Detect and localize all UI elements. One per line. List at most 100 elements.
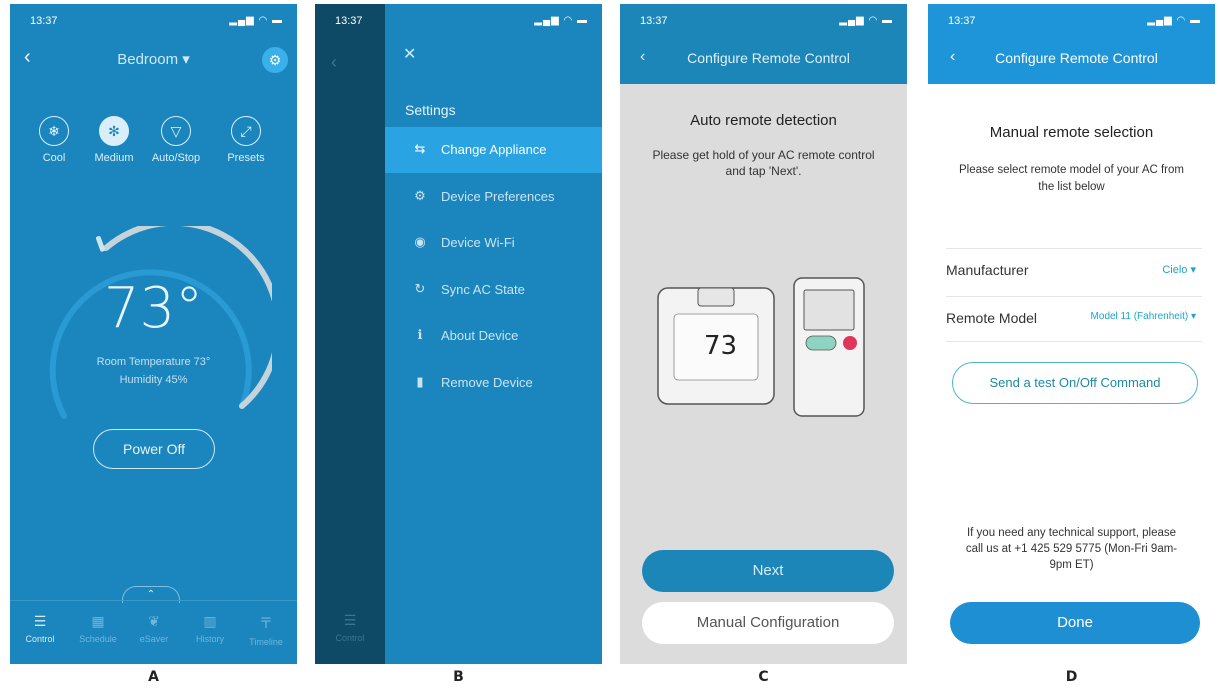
- menu-item-label: Device Wi-Fi: [441, 235, 515, 250]
- phone-settings-drawer: ‹ ☰ Control 13:37 ▂▄▆ ◠ ▬ ✕ Settings ⇆ C…: [315, 4, 602, 664]
- humidity: Humidity 45%: [119, 374, 188, 386]
- tab-label: Control: [25, 634, 55, 644]
- mode-label: Medium: [94, 152, 134, 164]
- phone-manual-selection: 13:37 ▂▄▆ ◠ ▬ ‹ Configure Remote Control…: [928, 4, 1215, 664]
- next-button[interactable]: Next: [642, 550, 894, 592]
- panel-label-c: C: [758, 669, 769, 685]
- device-illustration: 73: [657, 277, 865, 417]
- tab-label: Timeline: [249, 637, 283, 647]
- send-test-command-button[interactable]: Send a test On/Off Command: [952, 362, 1198, 404]
- mode-cool-button[interactable]: ❄ Cool: [24, 116, 84, 164]
- signal-battery-icons: ▂▄▆ ◠ ▬: [1147, 15, 1201, 26]
- remote-screen: [803, 289, 855, 331]
- remote-model-row[interactable]: Remote Model Model 11 (Fahrenheit) ▾: [946, 296, 1202, 342]
- remote-button-pair: [805, 335, 837, 351]
- settings-gear-icon[interactable]: ⚙: [262, 47, 288, 73]
- room-selector[interactable]: Bedroom ▾: [10, 50, 297, 68]
- fan-medium-button[interactable]: ✻ Medium: [84, 116, 144, 164]
- done-button[interactable]: Done: [950, 602, 1200, 644]
- thermostat-temperature: 73: [704, 331, 737, 361]
- manufacturer-row[interactable]: Manufacturer Cielo ▾: [946, 248, 1202, 293]
- manual-configuration-button[interactable]: Manual Configuration: [642, 602, 894, 644]
- panel-label-d: D: [1065, 669, 1078, 685]
- info-icon: ℹ: [417, 327, 423, 342]
- sync-icon: ↻: [414, 281, 426, 296]
- manufacturer-label: Manufacturer: [946, 262, 1029, 278]
- menu-item-label: Change Appliance: [441, 142, 547, 157]
- trash-icon: ▮: [416, 374, 424, 389]
- menu-item-device-preferences[interactable]: ⚙ Device Preferences: [385, 174, 602, 220]
- presets-icon: ⤢: [231, 116, 261, 146]
- menu-item-remove-device[interactable]: ▮ Remove Device: [385, 360, 602, 406]
- phone-control-screen: 13:37 ▂▄▆ ◠ ▬ ‹ Bedroom ▾ ⚙ ❄ Cool ✻ Med…: [10, 4, 297, 664]
- timeline-icon: 〒: [259, 615, 273, 631]
- tab-schedule[interactable]: ▦ Schedule: [70, 613, 126, 644]
- thermostat-clip: [697, 287, 735, 307]
- header-title: Configure Remote Control: [687, 50, 850, 66]
- signal-battery-icons: ▂▄▆ ◠ ▬: [534, 15, 588, 26]
- snowflake-icon: ❄: [39, 116, 69, 146]
- signal-battery-icons: ▂▄▆ ◠ ▬: [229, 15, 283, 26]
- status-bar: 13:37 ▂▄▆ ◠ ▬: [620, 4, 907, 38]
- close-icon[interactable]: ✕: [403, 44, 416, 64]
- status-time: 13:37: [948, 15, 976, 27]
- status-bar: 13:37 ▂▄▆ ◠ ▬: [928, 4, 1215, 38]
- tab-label: eSaver: [139, 634, 169, 644]
- gears-icon: ⚙: [414, 188, 426, 203]
- menu-item-about-device[interactable]: ℹ About Device: [385, 313, 602, 359]
- menu-item-label: Sync AC State: [441, 282, 525, 297]
- leaf-icon: ❦: [148, 613, 160, 629]
- support-info: If you need any technical support, pleas…: [965, 527, 1178, 571]
- dial-handle[interactable]: [95, 235, 105, 252]
- menu-item-sync-ac-state[interactable]: ↻ Sync AC State: [385, 267, 602, 313]
- panel-label-a: A: [148, 669, 159, 685]
- status-time: 13:37: [640, 15, 668, 27]
- swing-icon: ▽: [161, 116, 191, 146]
- bottom-tab-bar: ☰ Control ▦ Schedule ❦ eSaver ▥ History …: [10, 600, 297, 664]
- tab-label: Control: [335, 633, 365, 643]
- fan-icon: ✻: [99, 116, 129, 146]
- presets-button[interactable]: ⤢ Presets: [216, 116, 276, 164]
- tab-label: Schedule: [79, 634, 117, 644]
- status-time: 13:37: [335, 15, 363, 27]
- swap-icon: ⇆: [414, 141, 426, 156]
- menu-item-device-wifi[interactable]: ◉ Device Wi-Fi: [385, 220, 602, 266]
- auto-detection-title: Auto remote detection: [690, 112, 837, 129]
- auto-detection-instructions: Please get hold of your AC remote contro…: [652, 148, 875, 178]
- status-time: 13:37: [30, 15, 58, 27]
- menu-item-label: About Device: [441, 328, 519, 343]
- remote-model-select[interactable]: Model 11 (Fahrenheit) ▾: [1091, 311, 1196, 322]
- menu-item-label: Device Preferences: [441, 189, 555, 204]
- back-icon: ‹: [331, 52, 337, 72]
- mode-label: Auto/Stop: [151, 152, 201, 164]
- wifi-icon: ◉: [414, 234, 426, 249]
- header-title: Configure Remote Control: [995, 50, 1158, 66]
- manual-selection-title: Manual remote selection: [989, 124, 1154, 141]
- power-off-button[interactable]: Power Off: [93, 429, 215, 469]
- swing-auto-stop-button[interactable]: ▽ Auto/Stop: [146, 116, 206, 164]
- tab-esaver[interactable]: ❦ eSaver: [126, 613, 182, 644]
- control-icon: ☰: [343, 612, 357, 628]
- settings-title: Settings: [405, 102, 456, 118]
- tab-label: History: [195, 634, 224, 644]
- chart-icon: ▥: [203, 613, 217, 629]
- set-temperature: 73°: [103, 276, 204, 341]
- mode-label: Presets: [227, 152, 265, 164]
- calendar-icon: ▦: [91, 613, 105, 629]
- manufacturer-select[interactable]: Cielo ▾: [1162, 263, 1196, 276]
- dimmed-background[interactable]: ‹ ☰ Control: [315, 4, 385, 664]
- tab-history[interactable]: ▥ History: [182, 613, 238, 644]
- menu-item-change-appliance[interactable]: ⇆ Change Appliance: [385, 127, 602, 173]
- mode-label: Cool: [42, 152, 66, 164]
- menu-item-label: Remove Device: [441, 375, 533, 390]
- remote-power-button: [843, 336, 857, 350]
- signal-battery-icons: ▂▄▆ ◠ ▬: [839, 15, 893, 26]
- tab-control[interactable]: ☰ Control: [12, 613, 68, 644]
- room-temperature: Room Temperature 73°: [96, 356, 211, 368]
- remote-model-label: Remote Model: [946, 310, 1038, 326]
- phone-auto-detection: 13:37 ▂▄▆ ◠ ▬ ‹ Configure Remote Control…: [620, 4, 907, 664]
- tab-timeline[interactable]: 〒 Timeline: [238, 613, 294, 647]
- control-icon: ☰: [33, 613, 47, 629]
- panel-label-b: B: [453, 669, 464, 685]
- status-bar: 13:37 ▂▄▆ ◠ ▬: [315, 4, 602, 38]
